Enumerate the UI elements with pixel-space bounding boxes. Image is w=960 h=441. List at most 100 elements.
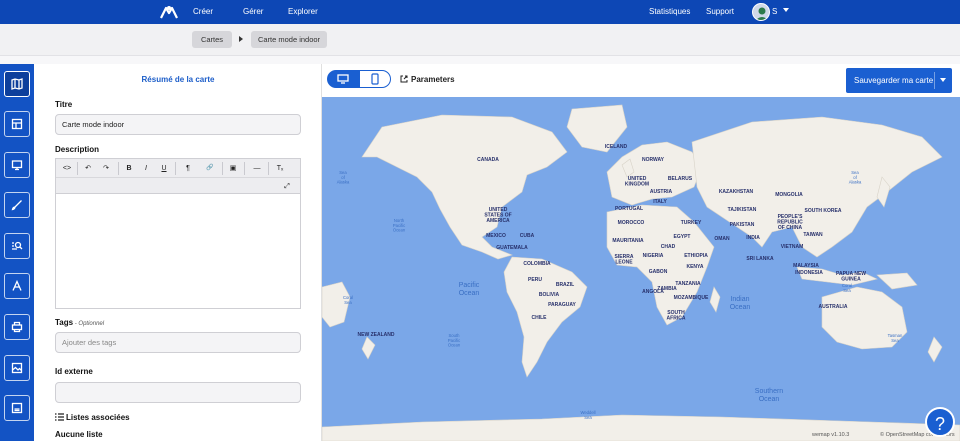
window-icon — [11, 402, 23, 414]
code-view-button[interactable]: <> — [61, 162, 73, 175]
map-country-label: PARAGUAY — [548, 302, 576, 308]
chevron-right-icon — [239, 36, 243, 42]
parameters-link[interactable]: Parameters — [400, 75, 455, 84]
map-country-label: PERU — [528, 277, 542, 283]
map-country-label: SIERRA LEONE — [615, 254, 634, 266]
map-country-label: MEXICO — [486, 233, 506, 239]
external-link-icon — [400, 75, 408, 83]
landmass-north-america — [361, 114, 568, 260]
world-map[interactable]: CANADA ICELAND NORWAY UNITED KINGDOM BELARUS A… — [322, 97, 960, 441]
undo-button[interactable]: ↶ — [83, 162, 93, 175]
layers-icon — [11, 118, 23, 130]
tags-optional: - Optionnel — [73, 321, 105, 327]
map-country-label: PEOPLE'S REPUBLIC OF CHINA — [777, 214, 803, 231]
map-country-label: KENYA — [686, 264, 703, 270]
rail-print-button[interactable] — [4, 314, 30, 340]
user-initial[interactable]: S — [772, 7, 777, 16]
list-icon — [55, 413, 64, 421]
map-country-label: VIETNAM — [781, 244, 804, 250]
map-country-label: PORTUGAL — [615, 206, 643, 212]
bold-button[interactable]: B — [124, 162, 134, 175]
spacer — [0, 56, 960, 64]
map-country-label: CUBA — [520, 233, 535, 239]
map-country-label: CHAD — [661, 244, 676, 250]
map-country-label: GABON — [649, 269, 668, 275]
title-input[interactable]: Carte mode indoor — [55, 114, 301, 135]
toolbar-divider — [118, 162, 119, 175]
map-ocean-label: Indian Ocean — [730, 296, 751, 311]
user-icon — [755, 7, 769, 20]
map-country-label: OMAN — [714, 236, 730, 242]
map-canvas: CANADA ICELAND NORWAY UNITED KINGDOM BELARUS A… — [322, 104, 960, 441]
panel-title: Résumé de la carte — [141, 75, 215, 84]
map-country-label: NORWAY — [642, 157, 665, 163]
toolbar-divider — [244, 162, 245, 175]
map-country-label: ICELAND — [605, 144, 628, 150]
map-country-label: TANZANIA — [675, 281, 701, 287]
map-sea-label: North Pacific Ocean — [393, 218, 406, 233]
link-button[interactable]: 🔗 — [204, 162, 216, 175]
nav-support[interactable]: Support — [706, 7, 734, 16]
map-country-label: AUSTRIA — [650, 189, 673, 195]
landmass-png — [876, 272, 918, 290]
map-sea-label: South Pacific Ocean — [448, 333, 461, 348]
map-sea-label: Sea of Alaska — [337, 170, 350, 185]
map-country-label: COLOMBIA — [523, 261, 551, 267]
image-insert-button[interactable]: ▣ — [227, 162, 239, 175]
wemap-logo[interactable] — [160, 4, 178, 20]
chevron-down-icon[interactable] — [783, 8, 789, 12]
search-list-icon — [12, 241, 23, 250]
image-icon — [11, 362, 23, 374]
nav-explore[interactable]: Explorer — [288, 7, 318, 16]
nav-create[interactable]: Créer — [193, 7, 213, 16]
rail-display-button[interactable] — [4, 152, 30, 178]
chevron-down-icon[interactable] — [940, 78, 946, 82]
rail-embed-button[interactable] — [4, 395, 30, 421]
map-country-label: TAIWAN — [803, 232, 823, 238]
left-tool-rail — [0, 64, 34, 441]
nav-statistics[interactable]: Statistiques — [649, 7, 690, 16]
toolbar-divider — [222, 162, 223, 175]
rail-style-button[interactable] — [4, 192, 30, 218]
landmass-new-zealand — [927, 336, 943, 363]
parameters-label: Parameters — [411, 75, 455, 84]
brush-icon — [11, 200, 22, 211]
map-country-label: CHILE — [532, 315, 548, 321]
rail-layers-button[interactable] — [4, 111, 30, 137]
save-map-button[interactable]: Sauvegarder ma carte — [846, 68, 952, 93]
map-country-label: GUATEMALA — [496, 245, 528, 251]
phone-icon — [371, 73, 379, 85]
breadcrumb-maps[interactable]: Cartes — [192, 31, 232, 48]
toolbar-divider — [175, 162, 176, 175]
italic-button[interactable]: I — [141, 162, 151, 175]
map-country-label: AUSTRALIA — [819, 304, 848, 310]
toolbar-divider — [268, 162, 269, 175]
map-country-label: CANADA — [477, 157, 499, 163]
rail-summary-button[interactable] — [4, 71, 30, 97]
rail-image-button[interactable] — [4, 355, 30, 381]
button-divider — [934, 72, 935, 89]
desktop-view-button[interactable] — [327, 70, 359, 88]
rail-search-button[interactable] — [4, 233, 30, 259]
redo-button[interactable]: ↷ — [101, 162, 111, 175]
underline-button[interactable]: U — [159, 162, 169, 175]
user-avatar[interactable] — [752, 3, 770, 21]
mobile-view-button[interactable] — [359, 70, 391, 88]
map-country-label: MONGOLIA — [775, 192, 803, 198]
paragraph-button[interactable]: ¶ — [182, 162, 194, 175]
horizontal-rule-button[interactable]: — — [250, 162, 264, 175]
fullscreen-button[interactable]: ⤢ — [281, 180, 293, 193]
clear-format-button[interactable]: Tₓ — [274, 162, 286, 175]
external-id-input[interactable] — [55, 382, 301, 403]
top-navbar: Créer Gérer Explorer Statistiques Suppor… — [0, 0, 960, 24]
tags-input[interactable]: Ajouter des tags — [55, 332, 301, 353]
description-editor: <> ↶ ↷ B I U ¶ 🔗 ▣ — Tₓ ⤢ — [55, 158, 301, 309]
nav-manage[interactable]: Gérer — [243, 7, 263, 16]
rail-text-button[interactable] — [4, 273, 30, 299]
landmass-europe — [606, 141, 703, 206]
help-button[interactable]: ? — [925, 407, 955, 437]
map-country-label: NIGERIA — [643, 253, 664, 259]
map-country-label: ETHIOPIA — [684, 253, 708, 259]
map-country-label: EGYPT — [674, 234, 691, 240]
breadcrumb-current: Carte mode indoor — [251, 31, 327, 48]
